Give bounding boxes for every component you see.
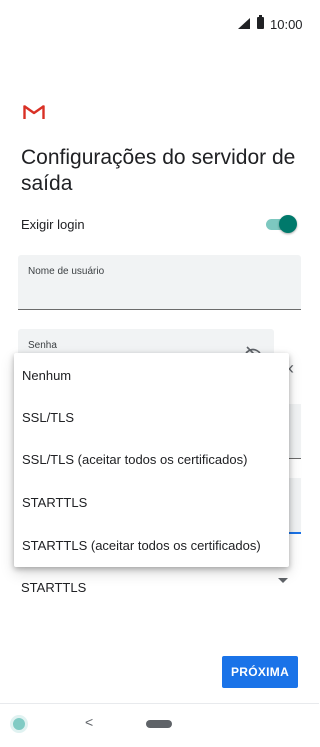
security-type-select[interactable]: STARTTLS	[18, 566, 301, 596]
assistant-icon[interactable]	[10, 715, 28, 733]
status-bar: 10:00	[0, 0, 319, 48]
menu-item-starttls-all-certs[interactable]: STARTTLS (aceitar todos os certificados)	[14, 527, 289, 565]
security-type-menu: Nenhum SSL/TLS SSL/TLS (aceitar todos os…	[14, 353, 289, 567]
port-field[interactable]	[289, 478, 301, 534]
server-field[interactable]	[289, 404, 301, 459]
menu-item-starttls[interactable]: STARTTLS	[14, 484, 289, 522]
status-time: 10:00	[270, 17, 303, 32]
menu-item-nenhum[interactable]: Nenhum	[14, 357, 289, 395]
username-field[interactable]: Nome de usuário	[18, 255, 301, 310]
username-label: Nome de usuário	[28, 266, 105, 277]
menu-item-ssl-tls[interactable]: SSL/TLS	[14, 399, 289, 437]
navigation-bar: <	[0, 703, 319, 747]
dropdown-arrow-icon	[278, 578, 288, 583]
toggle-thumb	[279, 215, 297, 233]
page-title: Configurações do servidor de saída	[21, 146, 296, 195]
back-icon[interactable]: <	[85, 714, 93, 730]
require-login-toggle[interactable]	[266, 215, 297, 233]
security-type-value: STARTTLS	[21, 580, 87, 595]
gmail-logo	[23, 105, 45, 119]
battery-icon	[257, 15, 264, 29]
signal-icon	[238, 18, 250, 29]
password-label: Senha	[28, 340, 57, 351]
home-icon[interactable]	[146, 720, 172, 728]
require-login-label: Exigir login	[21, 217, 85, 232]
next-button[interactable]: PRÓXIMA	[222, 656, 298, 688]
menu-item-ssl-tls-all-certs[interactable]: SSL/TLS (aceitar todos os certificados)	[14, 441, 289, 479]
